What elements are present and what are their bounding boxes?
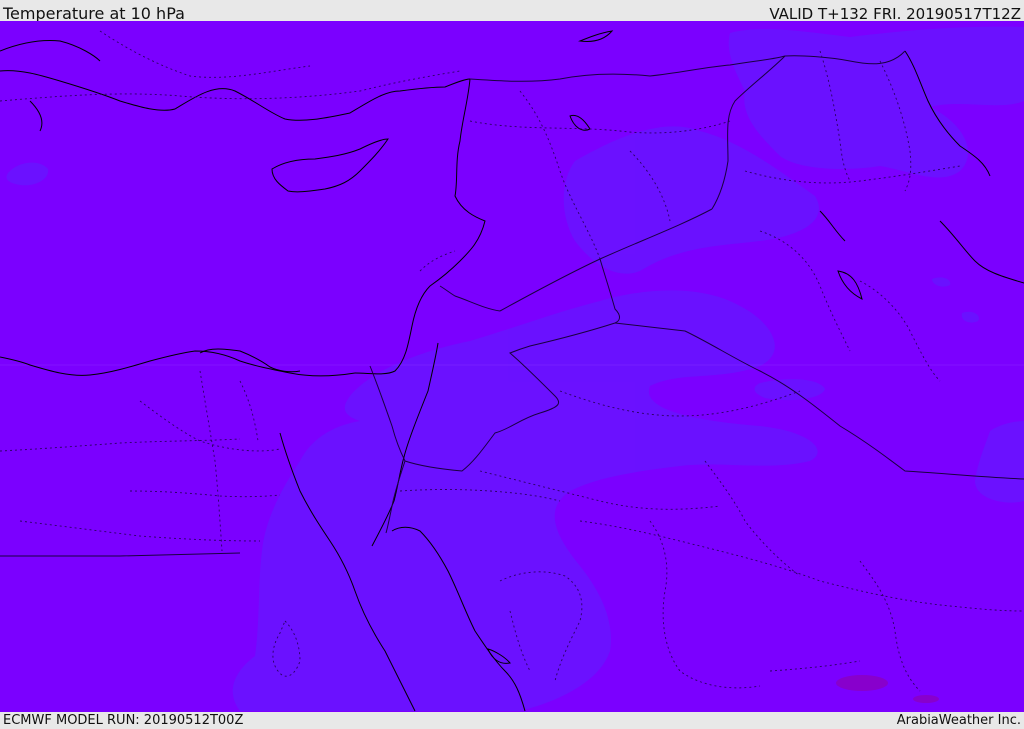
credit-label: ArabiaWeather Inc. (896, 713, 1021, 728)
map-svg (0, 21, 1024, 712)
model-run-label: ECMWF MODEL RUN: 20190512T00Z (3, 713, 244, 728)
footer-bar: ECMWF MODEL RUN: 20190512T00Z ArabiaWeat… (0, 712, 1024, 729)
map-area (0, 21, 1024, 712)
header-bar: Temperature at 10 hPa VALID T+132 FRI. 2… (0, 0, 1024, 23)
